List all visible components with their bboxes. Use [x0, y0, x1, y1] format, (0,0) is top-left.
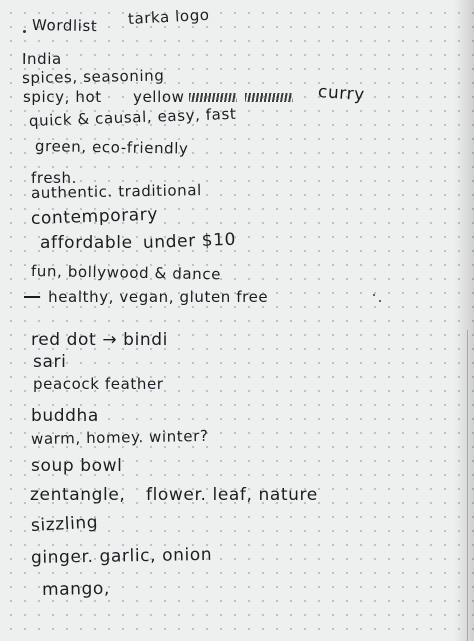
list-item: spices, seasoning — [21, 66, 165, 87]
list-title: Wordlist — [31, 16, 98, 36]
list-item: authentic. traditional — [30, 181, 203, 202]
stray-mark — [379, 300, 381, 302]
stray-mark — [373, 294, 375, 296]
crossed-out-word — [24, 288, 40, 306]
list-item: quick & causal, easy, fast — [28, 104, 237, 130]
list-item: healthy, vegan, gluten free — [24, 288, 268, 306]
notebook-page: Wordlist tarka logo India spices, season… — [0, 0, 474, 641]
list-item: peacock feather — [33, 375, 164, 393]
crossed-out-word — [188, 93, 237, 102]
list-item: warm, homey. winter? — [30, 426, 209, 448]
list-item: green, eco-friendly — [34, 137, 189, 158]
list-item: ginger. garlic, onion — [30, 544, 213, 568]
list-item: buddha — [31, 406, 99, 426]
list-item: soup bowl — [31, 456, 123, 476]
list-item: mango, — [41, 578, 111, 600]
list-item: under $10 — [142, 229, 237, 253]
list-item: flower. leaf, nature — [146, 485, 318, 505]
crossed-out-word — [244, 93, 293, 102]
list-item: sizzling — [30, 512, 99, 536]
list-item: spicy, hot — [23, 88, 102, 106]
title-note: tarka logo — [127, 5, 211, 28]
list-item: fun, bollywood & dance — [30, 262, 222, 284]
list-item: red dot → bindi — [31, 330, 168, 350]
list-item: curry — [317, 82, 366, 106]
list-item: zentangle, — [30, 485, 126, 505]
list-item: India — [22, 50, 62, 68]
page-edge-shadow — [454, 0, 474, 641]
list-item: sari — [33, 352, 67, 372]
list-item: yellow — [133, 88, 297, 106]
bullet-dot — [23, 30, 26, 33]
list-item: affordable — [40, 233, 133, 253]
page-edge — [467, 330, 468, 641]
list-item: contemporary — [30, 204, 159, 229]
